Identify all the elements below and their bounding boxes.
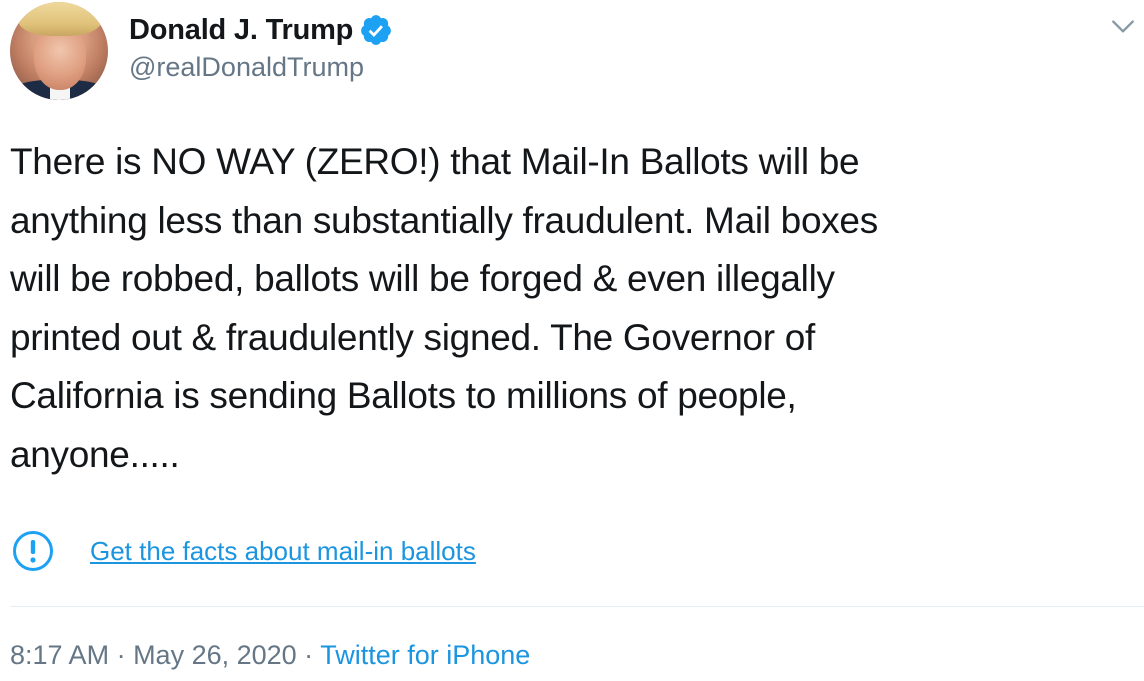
meta-separator: ·	[296, 640, 321, 670]
fact-check-notice[interactable]: Get the facts about mail-in ballots	[12, 528, 476, 574]
author-name-row[interactable]: Donald J. Trump	[129, 12, 393, 48]
verified-badge-icon	[359, 13, 393, 47]
chevron-down-icon[interactable]	[1110, 14, 1136, 40]
author-handle[interactable]: @realDonaldTrump	[129, 52, 364, 83]
avatar-hair	[18, 2, 102, 36]
divider	[10, 606, 1144, 607]
tweet-date[interactable]: May 26, 2020	[133, 640, 297, 670]
display-name[interactable]: Donald J. Trump	[129, 14, 353, 47]
exclamation-circle-icon	[12, 530, 54, 572]
tweet-text: There is NO WAY (ZERO!) that Mail-In Bal…	[10, 141, 878, 475]
fact-check-link[interactable]: Get the facts about mail-in ballots	[90, 536, 476, 567]
avatar[interactable]	[10, 2, 108, 100]
tweet-source-link[interactable]: Twitter for iPhone	[320, 640, 530, 670]
tweet-card: Donald J. Trump @realDonaldTrump There i…	[0, 0, 1144, 681]
meta-separator: ·	[109, 640, 134, 670]
tweet-time[interactable]: 8:17 AM	[10, 640, 109, 670]
tweet-meta: 8:17 AM · May 26, 2020 · Twitter for iPh…	[10, 640, 530, 671]
